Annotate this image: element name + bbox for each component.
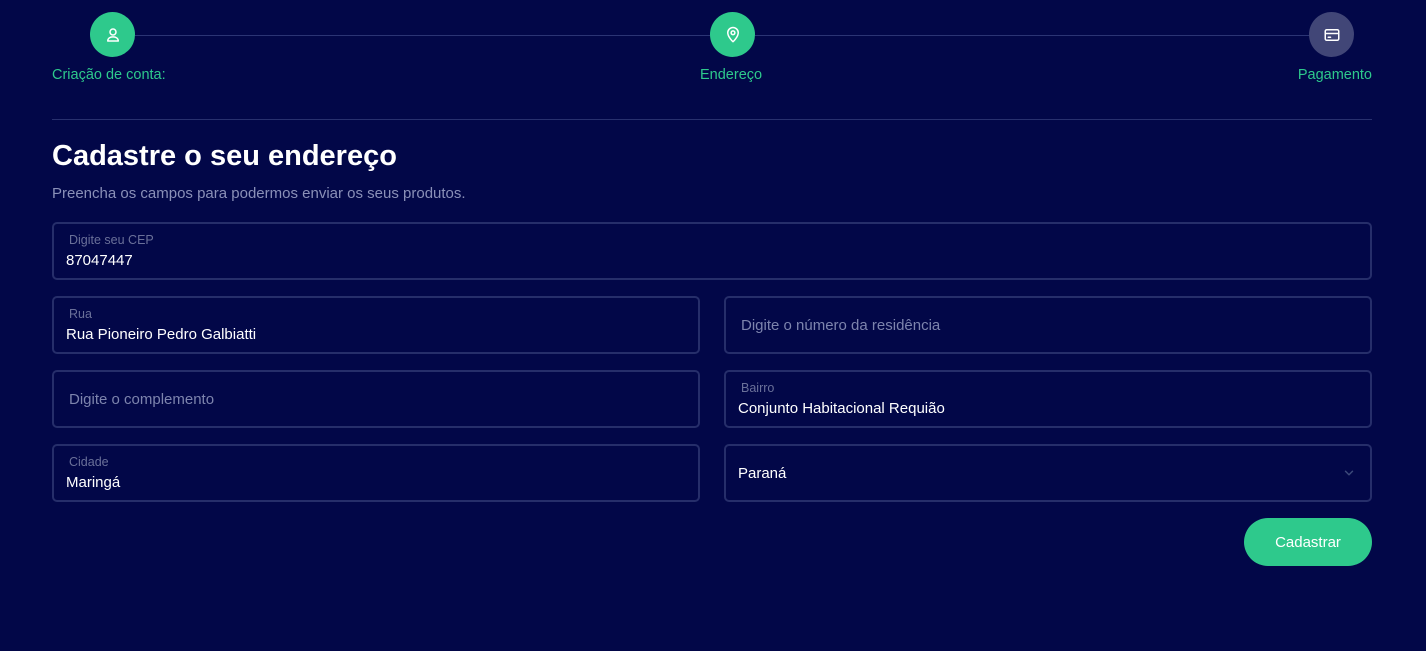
step-connector: [754, 35, 1310, 36]
step-connector: [134, 35, 710, 36]
map-pin-icon: [726, 26, 739, 42]
credit-card-icon: [1324, 28, 1339, 41]
street-label: Rua: [69, 307, 92, 321]
stepper: Criação de conta: Endereço Pagamento: [52, 0, 1372, 90]
street-value: Rua Pioneiro Pedro Galbiatti: [66, 326, 257, 343]
neighborhood-value: Conjunto Habitacional Requião: [738, 400, 945, 417]
city-label: Cidade: [69, 455, 109, 469]
city-value: Maringá: [66, 474, 121, 491]
divider: [52, 119, 1372, 120]
step-payment[interactable]: [1309, 12, 1354, 57]
step-account[interactable]: [90, 12, 135, 57]
state-select[interactable]: Paraná: [724, 444, 1372, 502]
chevron-down-icon: [1344, 470, 1354, 476]
house-number-field: [724, 296, 1372, 354]
page-subtitle: Preencha os campos para podermos enviar …: [52, 185, 466, 202]
neighborhood-field[interactable]: Bairro Conjunto Habitacional Requião: [724, 370, 1372, 428]
complement-input[interactable]: [54, 372, 698, 426]
step-label-address: Endereço: [700, 67, 763, 83]
cep-label: Digite seu CEP: [69, 233, 154, 247]
house-number-input[interactable]: [726, 298, 1370, 352]
cep-value: 87047447: [66, 252, 133, 269]
step-label-payment: Pagamento: [1297, 67, 1372, 83]
step-label-account: Criação de conta:: [52, 67, 166, 83]
street-field[interactable]: Rua Rua Pioneiro Pedro Galbiatti: [52, 296, 700, 354]
step-address[interactable]: [710, 12, 755, 57]
city-field[interactable]: Cidade Maringá: [52, 444, 700, 502]
user-icon: [106, 27, 119, 42]
complement-field: [52, 370, 700, 428]
state-select-value: Paraná: [738, 465, 787, 482]
neighborhood-label: Bairro: [741, 381, 775, 395]
address-form-page: Criação de conta: Endereço Pagamento Cad…: [52, 0, 1372, 651]
page-title: Cadastre o seu endereço: [52, 140, 397, 172]
cep-field[interactable]: Digite seu CEP 87047447: [52, 222, 1372, 280]
submit-button[interactable]: Cadastrar: [1244, 518, 1372, 566]
